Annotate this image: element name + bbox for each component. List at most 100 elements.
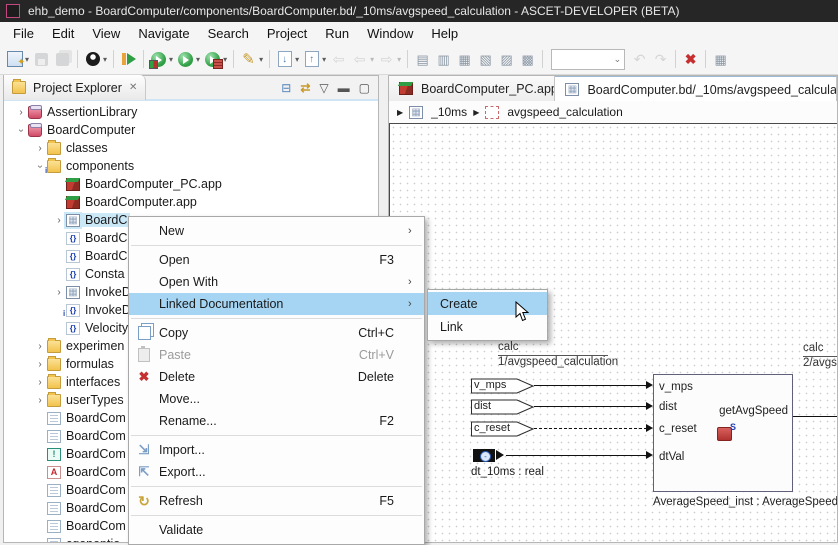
dropdown-arrow-icon[interactable]: ▾ <box>223 55 227 64</box>
menu-project[interactable]: Project <box>258 24 316 43</box>
collapse-arrow-icon[interactable]: › <box>35 159 46 173</box>
export-wizard-button[interactable]: ↑ ▾ <box>301 47 328 71</box>
breadcrumb-arrow-icon[interactable]: ▶ <box>473 108 479 117</box>
layout-distribute-button[interactable]: ▩ <box>517 47 538 71</box>
import-wizard-button[interactable]: ↓ ▾ <box>274 47 301 71</box>
tree-item-boardcomputer[interactable]: › BoardComputer <box>14 121 138 139</box>
dropdown-arrow-icon[interactable]: ▾ <box>169 55 173 64</box>
layout-grid-button[interactable]: ▦ <box>454 47 475 71</box>
tree-item-assertionlibrary[interactable]: › AssertionLibrary <box>14 103 140 121</box>
dropdown-arrow-icon[interactable]: ▾ <box>259 55 263 64</box>
input-flag-v_mps[interactable]: v_mps <box>471 378 534 394</box>
link-with-editor-icon[interactable]: ⇄ <box>300 81 310 95</box>
menu-edit[interactable]: Edit <box>43 24 83 43</box>
tree-item-experimen[interactable]: › experimen <box>33 337 127 355</box>
dropdown-arrow-icon[interactable]: ▾ <box>322 55 326 64</box>
resume-button[interactable] <box>118 47 139 71</box>
menu-item-rename-[interactable]: Rename... F2 <box>129 410 424 432</box>
menu-item-validate[interactable]: Validate <box>129 519 424 541</box>
layout-align-button[interactable]: ▨ <box>496 47 517 71</box>
menu-item-import-[interactable]: ⇲ Import... <box>129 439 424 461</box>
expand-arrow-icon[interactable]: › <box>14 107 28 118</box>
auto-layout-button[interactable]: ▦ <box>710 47 731 71</box>
view-menu-icon[interactable]: ▽ <box>319 81 328 95</box>
menu-item-move-[interactable]: Move... <box>129 388 424 410</box>
collapse-arrow-icon[interactable]: › <box>16 123 27 137</box>
tab-boardcomputer-bd[interactable]: BoardComputer.bd/_10ms/avgspeed_calculat… <box>555 76 837 102</box>
sequence-label-2[interactable]: calc 2/avgsp <box>803 342 837 370</box>
tree-item-classes[interactable]: › classes <box>33 139 111 157</box>
tree-item-consta[interactable]: Consta <box>52 265 128 283</box>
run-experiment-button[interactable]: ▾ <box>148 47 175 71</box>
tree-item-boardcom[interactable]: BoardCom <box>33 427 129 445</box>
tree-item-boardcomputer-app[interactable]: BoardComputer.app <box>52 193 200 211</box>
experiment-pen-button[interactable]: ✎ ▾ <box>238 47 265 71</box>
layout-vertical-button[interactable]: ▥ <box>433 47 454 71</box>
expand-arrow-icon[interactable]: › <box>52 287 66 298</box>
delete-button[interactable]: ✖ <box>680 47 701 71</box>
user-account-button[interactable]: ▾ <box>82 47 109 71</box>
new-wizard-button[interactable]: ▾ <box>4 47 31 71</box>
run-button[interactable]: ▾ <box>175 47 202 71</box>
tree-item-boardcom[interactable]: BoardCom <box>33 481 129 499</box>
tree-item-boardcom[interactable]: BoardCom <box>33 499 129 517</box>
menu-run[interactable]: Run <box>316 24 358 43</box>
tree-item-boardcom[interactable]: BoardCom <box>33 463 129 481</box>
tab-boardcomputer-pc-app[interactable]: BoardComputer_PC.app <box>389 76 556 101</box>
menu-item-refresh[interactable]: ↻ Refresh F5 <box>129 490 424 512</box>
tree-item-boardc[interactable]: BoardC <box>52 229 130 247</box>
menu-item-copy[interactable]: Copy Ctrl+C <box>129 322 424 344</box>
menu-navigate[interactable]: Navigate <box>129 24 198 43</box>
sequence-label-1[interactable]: calc 1/avgspeed_calculation <box>498 341 618 369</box>
tree-item-invoked[interactable]: InvokeD <box>52 301 134 319</box>
tree-item-usertypes[interactable]: › userTypes <box>33 391 127 409</box>
menu-item-new[interactable]: New › <box>129 220 424 242</box>
menu-search[interactable]: Search <box>199 24 258 43</box>
dropdown-arrow-icon[interactable]: ▾ <box>103 55 107 64</box>
tree-item-boardcomputer-pc-app[interactable]: BoardComputer_PC.app <box>52 175 225 193</box>
tree-item-boardc[interactable]: › BoardC <box>52 211 131 229</box>
menu-item-open-with[interactable]: Open With › <box>129 271 424 293</box>
tree-item-cgenoptio[interactable]: cgenoptio <box>33 535 123 542</box>
expand-arrow-icon[interactable]: › <box>33 359 47 370</box>
expand-arrow-icon[interactable]: › <box>33 143 47 154</box>
breadcrumb-task[interactable]: _10ms <box>431 105 467 119</box>
expand-arrow-icon[interactable]: › <box>33 377 47 388</box>
tree-item-boardcom[interactable]: BoardCom <box>33 517 129 535</box>
tree-item-invoked[interactable]: › InvokeD <box>52 283 134 301</box>
layout-tree-button[interactable]: ▧ <box>475 47 496 71</box>
tree-item-boardc[interactable]: BoardC <box>52 247 130 265</box>
build-run-button[interactable]: ▾ <box>202 47 229 71</box>
menu-item-export-[interactable]: ⇱ Export... <box>129 461 424 483</box>
sequence-marker-icon[interactable] <box>717 422 736 441</box>
menu-item-delete[interactable]: ✖ Delete Delete <box>129 366 424 388</box>
dropdown-arrow-icon[interactable]: ▾ <box>397 55 401 64</box>
tree-item-components[interactable]: › components <box>33 157 137 175</box>
averagespeed-block[interactable]: v_mps dist c_reset dtVal getAvgSpeed <box>653 374 793 492</box>
expand-arrow-icon[interactable]: › <box>33 341 47 352</box>
close-icon[interactable]: ✕ <box>129 82 137 93</box>
maximize-icon[interactable]: ▢ <box>359 81 370 95</box>
tree-item-interfaces[interactable]: › interfaces <box>33 373 123 391</box>
tree-item-boardcom[interactable]: BoardCom <box>33 409 129 427</box>
dropdown-arrow-icon[interactable]: ▾ <box>295 55 299 64</box>
collapse-all-icon[interactable]: ⊟ <box>281 81 291 95</box>
menu-file[interactable]: File <box>4 24 43 43</box>
minimize-icon[interactable]: ▬ <box>338 81 350 95</box>
layout-horizontal-button[interactable]: ▤ <box>412 47 433 71</box>
tree-item-formulas[interactable]: › formulas <box>33 355 117 373</box>
menu-item-open[interactable]: Open F3 <box>129 249 424 271</box>
dt-source-icon[interactable]: - <box>473 449 504 462</box>
dropdown-arrow-icon[interactable]: ▾ <box>370 55 374 64</box>
tree-item-boardcom[interactable]: BoardCom <box>33 445 129 463</box>
dropdown-arrow-icon[interactable]: ▾ <box>25 55 29 64</box>
menu-window[interactable]: Window <box>358 24 422 43</box>
input-flag-dist[interactable]: dist <box>471 399 534 415</box>
breadcrumb-method[interactable]: avgspeed_calculation <box>507 105 622 119</box>
menu-item-linked-documentation[interactable]: Linked Documentation › <box>129 293 424 315</box>
expand-arrow-icon[interactable]: › <box>52 215 66 226</box>
menu-help[interactable]: Help <box>422 24 467 43</box>
tab-project-explorer[interactable]: Project Explorer ✕ <box>4 75 147 100</box>
breadcrumb-arrow-icon[interactable]: ▶ <box>397 108 403 117</box>
submenu-item-create[interactable]: Create <box>428 292 547 315</box>
